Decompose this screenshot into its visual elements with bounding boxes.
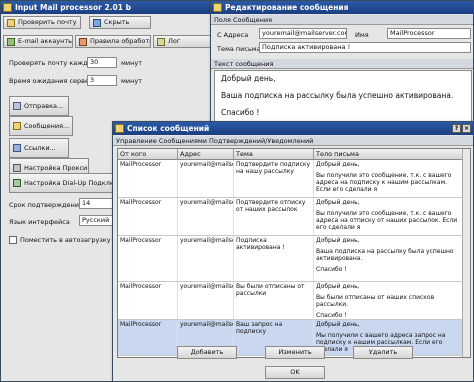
check-mail-button[interactable]: Проверить почту xyxy=(3,16,81,29)
timeout-field[interactable]: 3 xyxy=(87,75,117,86)
cell-address: youremail@mailser... xyxy=(178,282,234,319)
table-row[interactable]: MailProcessor youremail@mailser... Подтв… xyxy=(118,160,470,198)
sending-button[interactable]: Отправка... xyxy=(9,96,69,116)
language-label: Язык интерфейса xyxy=(9,218,70,226)
cell-body-line: Вы получили это сообщение, т.к. с вашего… xyxy=(316,210,458,231)
message-table: От кого Адрес Тема Тело письма MailProce… xyxy=(117,148,471,358)
cell-body-line: Вы были отписаны от наших списков рассыл… xyxy=(316,294,435,308)
header-subject[interactable]: Тема xyxy=(234,149,314,159)
messages-icon xyxy=(13,122,21,130)
cell-address: youremail@mailser... xyxy=(178,198,234,235)
fields-caption: Поля Сообщения xyxy=(211,15,473,25)
check-every-field[interactable]: 30 xyxy=(87,57,117,68)
list-title: Список сообщений xyxy=(127,124,210,133)
rules-icon xyxy=(79,38,87,46)
cell-body-line: Добрый день, xyxy=(316,283,360,290)
tab-log[interactable]: Лог xyxy=(153,35,211,48)
edit-app-icon xyxy=(213,3,222,12)
cell-body-line: Ваша подписка на рассылку была успешно а… xyxy=(316,248,454,262)
delete-button[interactable]: Удалить xyxy=(353,346,413,359)
cell-body: Добрый день, Ваша подписка на рассылку б… xyxy=(314,236,464,281)
autostart-label: Поместить в автозагрузку xyxy=(20,236,111,244)
cell-body-line: Спасибо ! xyxy=(316,266,347,273)
cell-subject: Подтвердите отписку от наших рассылок xyxy=(234,198,314,235)
from-address-field[interactable]: youremail@mailserver.com xyxy=(259,28,347,39)
proxy-icon xyxy=(13,164,21,172)
main-titlebar: Input Mail processor 2.01 b xyxy=(1,1,211,14)
cell-body-line: Добрый день, xyxy=(316,161,360,168)
cell-body-line: Добрый день, xyxy=(316,321,360,328)
check-every-unit: минут xyxy=(121,59,143,67)
add-button[interactable]: Добавить xyxy=(177,346,237,359)
cell-from: MailProcessor xyxy=(118,236,178,281)
cell-from: MailProcessor xyxy=(118,160,178,197)
tab-rules[interactable]: Правила обработки xyxy=(75,35,151,48)
table-row[interactable]: MailProcessor youremail@mailser... Подтв… xyxy=(118,198,470,236)
header-body[interactable]: Тело письма xyxy=(314,149,464,159)
dialup-settings-button[interactable]: Настройка Dial-Up Подключения... xyxy=(9,173,117,193)
name-field[interactable]: MailProcessor xyxy=(387,28,471,39)
hide-button[interactable]: Скрыть xyxy=(89,16,151,29)
table-row[interactable]: MailProcessor youremail@mailser... Вы бы… xyxy=(118,282,470,320)
timeout-label: Время ожидания сервера xyxy=(9,77,98,85)
autostart-checkbox[interactable] xyxy=(9,236,17,244)
cell-from: MailProcessor xyxy=(118,282,178,319)
from-address-label: С Адреса xyxy=(217,31,249,39)
table-header: От кого Адрес Тема Тело письма xyxy=(118,149,470,160)
message-list-window: Список сообщений ? × Управление Сообщени… xyxy=(112,121,474,382)
timeout-unit: минут xyxy=(121,77,143,85)
edit-titlebar: Редактирование сообщения xyxy=(211,1,473,14)
header-address[interactable]: Адрес xyxy=(178,149,234,159)
body-line: Добрый день, xyxy=(221,74,276,83)
cell-address: youremail@mailser... xyxy=(178,160,234,197)
cell-subject: Подтвердите подписку на нашу рассылку xyxy=(234,160,314,197)
table-scrollbar[interactable] xyxy=(462,149,470,357)
change-button[interactable]: Изменить xyxy=(265,346,325,359)
check-every-label: Проверять почту каждые xyxy=(9,59,97,67)
dialup-icon xyxy=(13,179,21,187)
cell-body-line: Добрый день, xyxy=(316,237,360,244)
cell-body: Добрый день, Вы получили это сообщение, … xyxy=(314,160,464,197)
list-app-icon xyxy=(115,124,124,133)
cell-body: Добрый день, Вы получили это сообщение, … xyxy=(314,198,464,235)
hide-icon xyxy=(93,19,101,27)
cell-subject: Вы были отписаны от рассылки xyxy=(234,282,314,319)
links-icon xyxy=(13,144,21,152)
subject-field[interactable]: Подписка активирована ! xyxy=(259,42,471,53)
edit-title: Редактирование сообщения xyxy=(225,3,349,12)
cell-body-line: Спасибо ! xyxy=(316,312,347,319)
cell-subject: Подписка активирована ! xyxy=(234,236,314,281)
accounts-icon xyxy=(7,38,15,46)
app-icon xyxy=(3,3,12,12)
cell-from: MailProcessor xyxy=(118,320,178,355)
subject-label: Тема письма xyxy=(217,45,261,53)
table-row[interactable]: MailProcessor youremail@mailser... Подпи… xyxy=(118,236,470,282)
cell-body-line: Вы получили это сообщение, т.к. с вашего… xyxy=(316,172,452,193)
cell-from: MailProcessor xyxy=(118,198,178,235)
cell-address: youremail@mailser... xyxy=(178,236,234,281)
text-caption: Текст сообщения xyxy=(211,59,473,69)
links-button[interactable]: Ссылки... xyxy=(9,138,69,158)
header-from[interactable]: От кого xyxy=(118,149,178,159)
body-line: Спасибо ! xyxy=(221,108,260,117)
list-caption: Управление Сообщениями Подтверждений/Уве… xyxy=(113,136,473,146)
tab-email-accounts[interactable]: E-mail аккаунты xyxy=(3,35,73,48)
body-line: Ваша подписка на рассылку была успешно а… xyxy=(221,91,454,100)
messages-button[interactable]: Сообщения... xyxy=(9,116,73,136)
mail-icon xyxy=(7,19,15,27)
name-label: Имя xyxy=(355,31,369,39)
help-icon[interactable]: ? xyxy=(452,124,461,133)
ok-button[interactable]: OK xyxy=(265,366,325,379)
main-title: Input Mail processor 2.01 b xyxy=(15,3,131,12)
keep-label: Срок подтверждения xyxy=(9,201,83,209)
close-icon[interactable]: × xyxy=(462,124,471,133)
cell-body: Добрый день, Вы были отписаны от наших с… xyxy=(314,282,464,319)
sending-icon xyxy=(13,102,21,110)
list-titlebar: Список сообщений ? × xyxy=(113,122,473,135)
cell-body-line: Добрый день, xyxy=(316,199,360,206)
log-icon xyxy=(157,38,165,46)
